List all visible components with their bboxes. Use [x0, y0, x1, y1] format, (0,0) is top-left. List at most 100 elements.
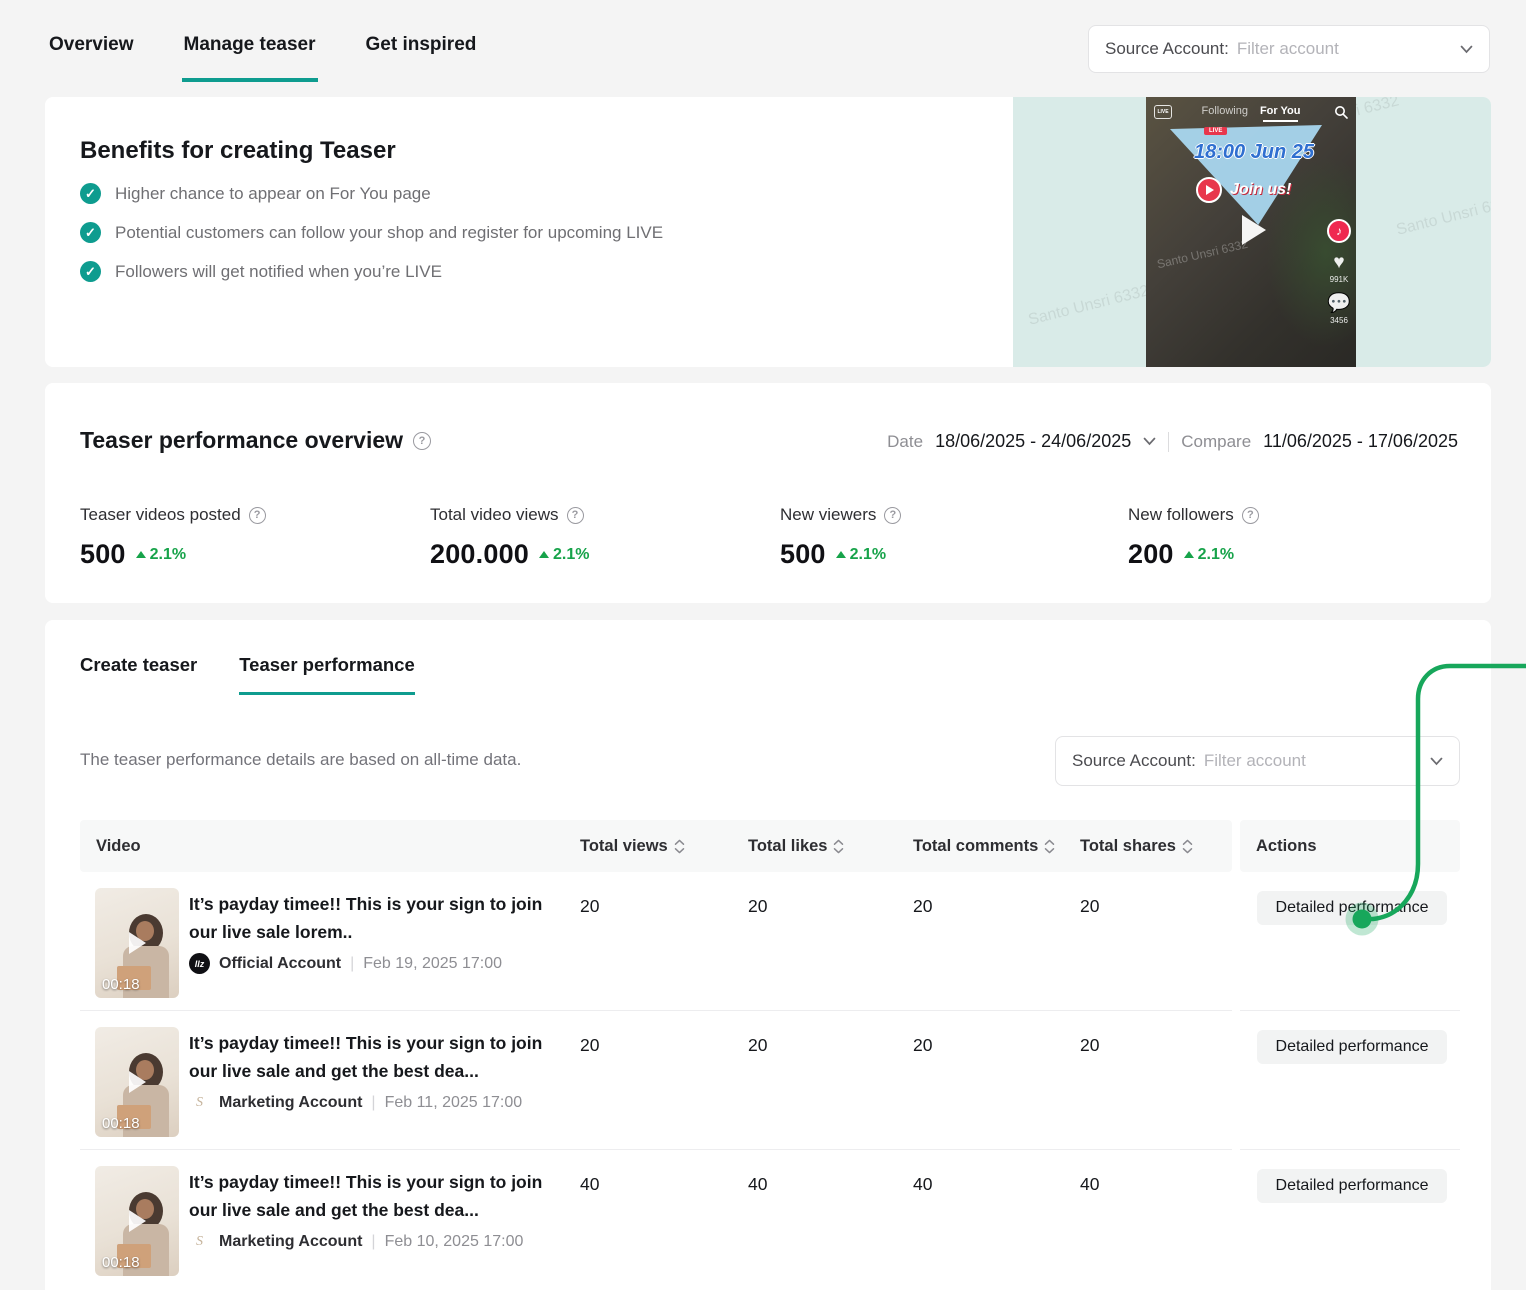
- video-thumbnail[interactable]: 00:18: [95, 1166, 179, 1276]
- cell-total-views: 20: [580, 896, 600, 916]
- cell-total-comments: 20: [913, 1035, 933, 1055]
- divider: |: [350, 954, 355, 972]
- sort-icon[interactable]: [674, 839, 685, 854]
- divider: [1168, 431, 1170, 452]
- marketing-account-icon: S: [196, 1233, 203, 1249]
- tab-get-inspired[interactable]: Get inspired: [364, 34, 479, 82]
- heart-icon: ♥: [1333, 252, 1345, 273]
- watermark-text: Santo Unsri 6332: [1026, 282, 1151, 329]
- help-icon[interactable]: ?: [248, 506, 266, 524]
- account-name: Marketing Account: [219, 1232, 363, 1250]
- chevron-down-icon[interactable]: [1143, 437, 1156, 446]
- metric-change: 2.1%: [835, 546, 886, 564]
- source-account-filter-table[interactable]: Source Account: Filter account: [1055, 736, 1460, 786]
- help-icon[interactable]: ?: [566, 506, 584, 524]
- cell-total-comments: 40: [913, 1174, 933, 1194]
- metric-change: 2.1%: [539, 546, 589, 564]
- post-date: Feb 19, 2025 17:00: [363, 954, 503, 972]
- detailed-performance-button[interactable]: Detailed performance: [1257, 891, 1447, 925]
- date-label: Date: [887, 431, 924, 451]
- sort-icon[interactable]: [1044, 839, 1055, 854]
- metric-change: 2.1%: [135, 546, 186, 564]
- divider: |: [371, 1093, 376, 1111]
- cell-total-shares: 40: [1080, 1174, 1100, 1194]
- compare-label: Compare: [1181, 431, 1252, 451]
- tiktok-live-avatar-icon: ♪: [1327, 219, 1351, 243]
- detailed-performance-button[interactable]: Detailed performance: [1257, 1030, 1447, 1064]
- sort-icon[interactable]: [1182, 839, 1193, 854]
- video-meta: S Marketing Account | Feb 11, 2025 17:00: [189, 1092, 522, 1113]
- source-account-placeholder: Filter account: [1203, 751, 1306, 770]
- metric-value: 200: [1128, 539, 1174, 569]
- video-meta: S Marketing Account | Feb 10, 2025 17:00: [189, 1231, 523, 1252]
- tab-manage-teaser[interactable]: Manage teaser: [181, 34, 318, 82]
- teaser-sub-tabs: Create teaser Teaser performance: [80, 654, 415, 695]
- source-account-label: Source Account:: [1072, 751, 1196, 770]
- cell-total-likes: 20: [748, 1035, 768, 1055]
- preview-tab-for-you: For You: [1259, 105, 1301, 122]
- video-duration: 00:18: [102, 1254, 140, 1271]
- comment-icon: 💬: [1327, 293, 1351, 314]
- video-duration: 00:18: [102, 1115, 140, 1132]
- marketing-account-icon: S: [196, 1094, 203, 1110]
- cell-total-likes: 20: [748, 896, 768, 916]
- red-play-icon: [1196, 177, 1222, 203]
- check-icon: ✓: [80, 261, 101, 282]
- preview-side-icons: ♪ ♥ 991K 💬 3456: [1327, 219, 1351, 325]
- table-row: 00:18 It’s payday timee!! This is your s…: [80, 872, 1232, 1011]
- post-date: Feb 10, 2025 17:00: [384, 1232, 524, 1250]
- arrow-up-icon: [835, 551, 846, 558]
- teaser-preview-panel: Santo Unsri 6332 Santo Unsri 6332 Santo …: [1013, 97, 1491, 367]
- source-account-filter-top[interactable]: Source Account: Filter account: [1088, 25, 1490, 73]
- overview-title: Teaser performance overview: [80, 427, 404, 453]
- post-date: Feb 11, 2025 17:00: [384, 1093, 523, 1111]
- video-title: It’s payday timee!! This is your sign to…: [189, 1033, 543, 1081]
- col-video: Video: [96, 836, 141, 855]
- video-title: It’s payday timee!! This is your sign to…: [189, 894, 543, 942]
- table-header: Video Total views Total likes Total comm…: [80, 820, 1232, 872]
- video-title: It’s payday timee!! This is your sign to…: [189, 1172, 543, 1220]
- date-range-value[interactable]: 18/06/2025 - 24/06/2025: [935, 431, 1131, 452]
- video-meta: llz Official Account | Feb 19, 2025 17:0…: [189, 953, 502, 974]
- tab-teaser-performance[interactable]: Teaser performance: [239, 654, 415, 695]
- live-tag: LIVE: [1204, 127, 1228, 135]
- performance-overview-card: Teaser performance overview ? Date 18/06…: [45, 383, 1491, 603]
- sort-icon[interactable]: [833, 839, 844, 854]
- cell-total-views: 40: [580, 1174, 600, 1194]
- metric-change: 2.1%: [1183, 546, 1234, 564]
- metric-value: 500: [780, 539, 826, 569]
- metric-label: New viewers: [780, 505, 877, 524]
- actions-column: Actions Detailed performance Detailed pe…: [1240, 820, 1460, 1289]
- video-thumbnail[interactable]: 00:18: [95, 1027, 179, 1137]
- benefit-text: Potential customers can follow your shop…: [115, 222, 664, 242]
- cell-total-views: 20: [580, 1035, 600, 1055]
- help-icon[interactable]: ?: [884, 506, 902, 524]
- video-thumbnail[interactable]: 00:18: [95, 888, 179, 998]
- col-total-comments: Total comments: [913, 836, 1039, 855]
- account-name: Marketing Account: [219, 1093, 363, 1111]
- arrow-up-icon: [1183, 551, 1194, 558]
- cell-total-comments: 20: [913, 896, 933, 916]
- chevron-down-icon: [1460, 45, 1473, 53]
- all-time-data-note: The teaser performance details are based…: [80, 750, 522, 769]
- detailed-performance-button[interactable]: Detailed performance: [1257, 1169, 1447, 1203]
- check-icon: ✓: [80, 183, 101, 204]
- play-icon: [129, 1210, 146, 1232]
- tab-overview[interactable]: Overview: [47, 34, 136, 82]
- search-icon: [1335, 106, 1348, 119]
- metric-teaser-videos-posted: Teaser videos posted? 500 2.1%: [80, 505, 266, 570]
- teaser-table: Video Total views Total likes Total comm…: [80, 820, 1232, 1289]
- preview-top-bar: LIVE Following For You: [1146, 105, 1356, 122]
- watermark-text: Santo Unsri 6332: [1395, 192, 1491, 239]
- col-total-views: Total views: [580, 836, 668, 855]
- video-duration: 00:18: [102, 976, 140, 993]
- tab-create-teaser[interactable]: Create teaser: [80, 654, 197, 695]
- cell-total-shares: 20: [1080, 1035, 1100, 1055]
- teaser-video-preview[interactable]: LIVE Following For You LIVE 18:00 Jun 25…: [1146, 97, 1356, 367]
- actions-row: Detailed performance: [1240, 872, 1460, 1011]
- table-row: 00:18 It’s payday timee!! This is your s…: [80, 1011, 1232, 1150]
- help-icon[interactable]: ?: [1241, 506, 1259, 524]
- help-icon[interactable]: ?: [413, 431, 432, 450]
- page: Overview Manage teaser Get inspired Sour…: [0, 0, 1526, 1290]
- benefit-text: Higher chance to appear on For You page: [115, 183, 431, 203]
